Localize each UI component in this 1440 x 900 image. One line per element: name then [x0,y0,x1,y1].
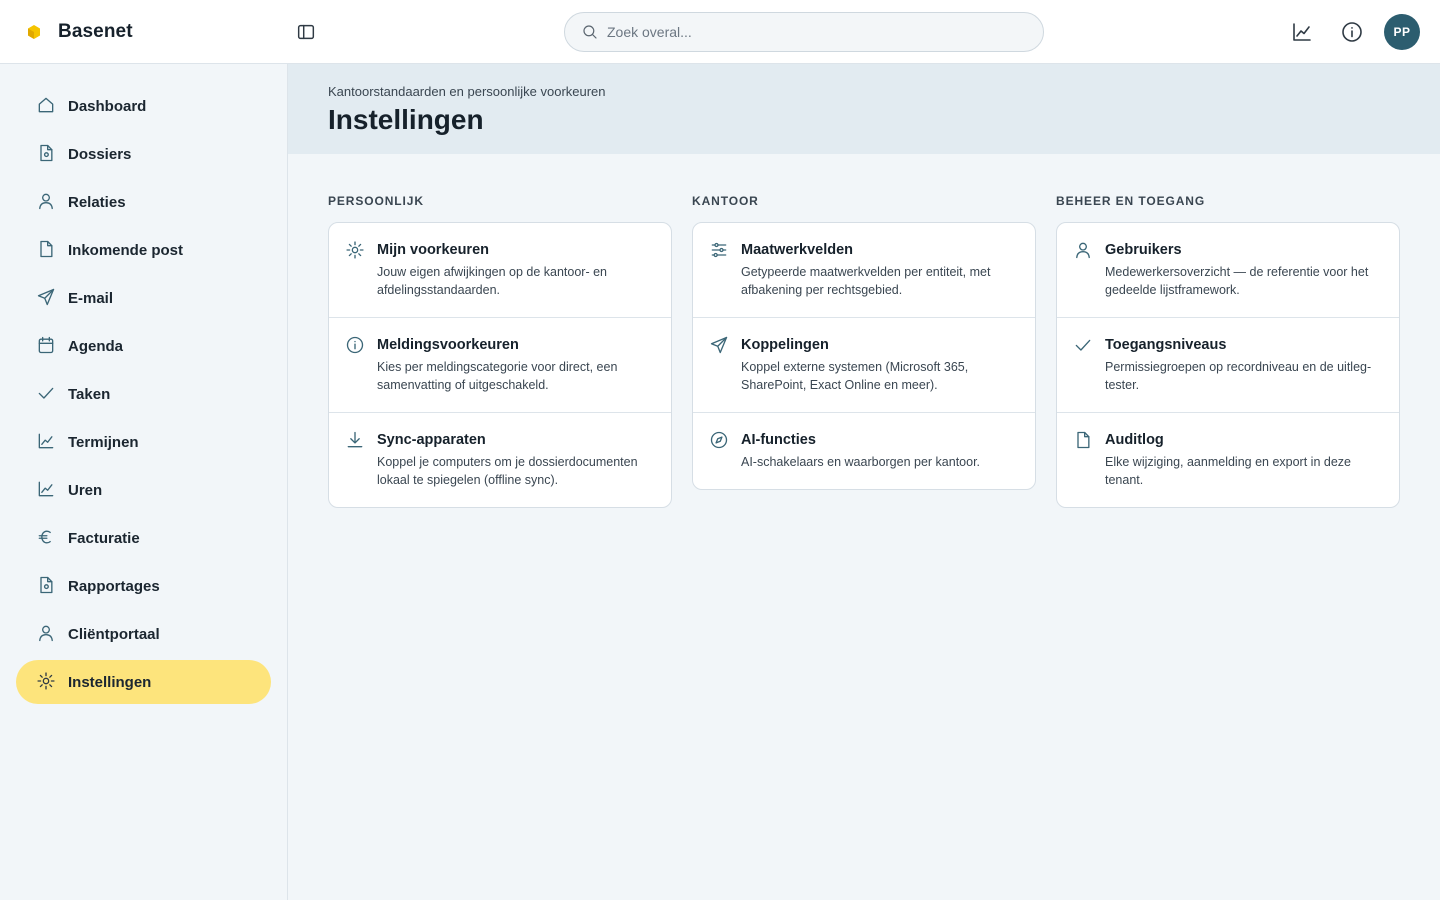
sidebar-item-dashboard[interactable]: Dashboard [16,84,271,128]
file-icon [40,144,53,162]
sidebar-item-clientportaal[interactable]: Cliëntportaal [16,612,271,656]
search-input[interactable] [607,24,1027,40]
column-heading: KANTOOR [692,194,759,208]
avatar[interactable]: PP [1384,14,1420,50]
settings-item-koppelingen[interactable]: Koppelingen Koppel externe systemen (Mic… [693,318,1035,413]
download-icon [347,431,363,448]
calendar-icon [38,336,54,354]
sidebar: Dashboard Dossiers Relaties Inkomende po… [0,64,288,900]
settings-item-title: Toegangsniveaus [1105,337,1227,353]
sidebar-item-label: Dashboard [68,97,147,115]
settings-item-title: Sync-apparaten [377,432,486,448]
sidebar-item-label: Cliëntportaal [68,625,160,643]
sidebar-item-rapportages[interactable]: Rapportages [16,564,271,608]
sidebar-item-taken[interactable]: Taken [16,372,271,416]
sidebar-item-facturatie[interactable]: Facturatie [16,516,271,560]
settings-item-description: Jouw eigen afwijkingen op de kantoor- en… [377,265,608,297]
sidebar-item-uren[interactable]: Uren [16,468,271,512]
settings-icon [346,241,364,259]
sliders-icon [711,242,727,258]
settings-card: Maatwerkvelden Getypeerde maatwerkvelden… [692,222,1036,490]
settings-item-description: Koppel je computers om je dossierdocumen… [377,455,638,487]
settings-item-title: AI-functies [741,432,816,448]
sidebar-item-label: Termijnen [68,433,139,451]
sidebar-item-label: Taken [68,385,111,403]
settings-item-ai-functies[interactable]: AI-functies AI-schakelaars en waarborgen… [693,413,1035,489]
settings-item-toegangsniveaus[interactable]: Toegangsniveaus Permissiegroepen op reco… [1057,318,1399,413]
settings-item-mijn-voorkeuren[interactable]: Mijn voorkeuren Jouw eigen afwijkingen o… [329,223,671,318]
search-icon [583,25,597,39]
settings-item-title: Mijn voorkeuren [377,242,489,258]
user-icon [39,625,53,642]
home-icon [38,97,54,113]
check-icon [1075,339,1091,351]
settings-item-title: Gebruikers [1105,242,1182,258]
settings-item-title: Auditlog [1105,432,1164,448]
sidebar-toggle-icon[interactable] [295,21,317,43]
brand[interactable]: Basenet [26,20,133,44]
settings-item-meldingsvoorkeuren[interactable]: Meldingsvoorkeuren Kies per meldingscate… [329,318,671,413]
basenet-logo-icon [28,25,40,39]
app-name: Basenet [58,21,133,42]
page-header: Kantoorstandaarden en persoonlijke voork… [288,64,1440,154]
settings-column-persoonlijk: PERSOONLIJK Mijn voorkeuren Jouw eigen a… [328,194,672,508]
top-bar: Basenet PP [0,0,1440,64]
settings-item-description: Medewerkersoverzicht — de referentie voo… [1105,265,1369,297]
euro-icon [38,530,51,544]
sidebar-item-dossiers[interactable]: Dossiers [16,132,271,176]
settings-item-sync-apparaten[interactable]: Sync-apparaten Koppel je computers om je… [329,413,671,507]
user-icon [1076,242,1090,259]
sidebar-item-label: Dossiers [68,145,132,163]
settings-item-title: Maatwerkvelden [741,242,854,258]
search-bar[interactable] [564,12,1044,52]
sidebar-item-label: Uren [68,481,103,499]
settings-item-description: Elke wijziging, aanmelding en export in … [1105,455,1351,487]
sidebar-item-label: Instellingen [68,673,152,691]
sidebar-item-agenda[interactable]: Agenda [16,324,271,368]
settings-item-maatwerkvelden[interactable]: Maatwerkvelden Getypeerde maatwerkvelden… [693,223,1035,318]
settings-item-description: Permissiegroepen op recordniveau en de u… [1105,360,1372,392]
column-heading: PERSOONLIJK [328,194,424,208]
user-icon [39,193,53,210]
info-icon[interactable] [1340,20,1364,44]
send-icon [37,288,55,306]
sidebar-item-label: Rapportages [68,577,160,595]
sidebar-item-label: Inkomende post [68,241,184,259]
sidebar-item-label: E-mail [68,289,114,307]
chart-icon[interactable] [1290,20,1314,44]
settings-item-description: Kies per meldingscategorie voor direct, … [377,360,618,392]
sidebar-item-termijnen[interactable]: Termijnen [16,420,271,464]
settings-item-title: Koppelingen [741,337,829,353]
compass-icon [710,431,728,449]
settings-icon [37,672,55,690]
column-heading: BEHEER EN TOEGANG [1056,194,1206,208]
sidebar-item-instellingen[interactable]: Instellingen [16,660,271,704]
settings-column-beheer-en-toegang: BEHEER EN TOEGANG Gebruikers Medewerkers… [1056,194,1400,508]
sidebar-item-label: Relaties [68,193,126,211]
file-icon [40,576,53,594]
page-subtitle: Kantoorstandaarden en persoonlijke voork… [328,84,606,99]
chart-icon [38,433,54,449]
sidebar-item-inkomende-post[interactable]: Inkomende post [16,228,271,272]
chart-icon [38,481,54,497]
settings-card: Gebruikers Medewerkersoverzicht — de ref… [1056,222,1400,508]
settings-item-description: Koppel externe systemen (Microsoft 365, … [741,360,969,392]
info-icon [346,336,364,354]
settings-column-kantoor: KANTOOR Maatwerkvelden Getypeerde maatwe… [692,194,1036,490]
sidebar-item-label: Agenda [68,337,124,355]
settings-item-gebruikers[interactable]: Gebruikers Medewerkersoverzicht — de ref… [1057,223,1399,318]
document-icon [40,240,53,258]
sidebar-item-relaties[interactable]: Relaties [16,180,271,224]
sidebar-item-e-mail[interactable]: E-mail [16,276,271,320]
settings-card: Mijn voorkeuren Jouw eigen afwijkingen o… [328,222,672,508]
send-icon [710,336,728,354]
document-icon [1077,431,1090,449]
sidebar-item-label: Facturatie [68,529,140,547]
settings-item-auditlog[interactable]: Auditlog Elke wijziging, aanmelding en e… [1057,413,1399,507]
settings-item-description: AI-schakelaars en waarborgen per kantoor… [741,455,981,469]
settings-item-description: Getypeerde maatwerkvelden per entiteit, … [741,265,991,297]
check-icon [38,387,54,399]
settings-item-title: Meldingsvoorkeuren [377,337,519,353]
page-title: Instellingen [328,104,484,135]
